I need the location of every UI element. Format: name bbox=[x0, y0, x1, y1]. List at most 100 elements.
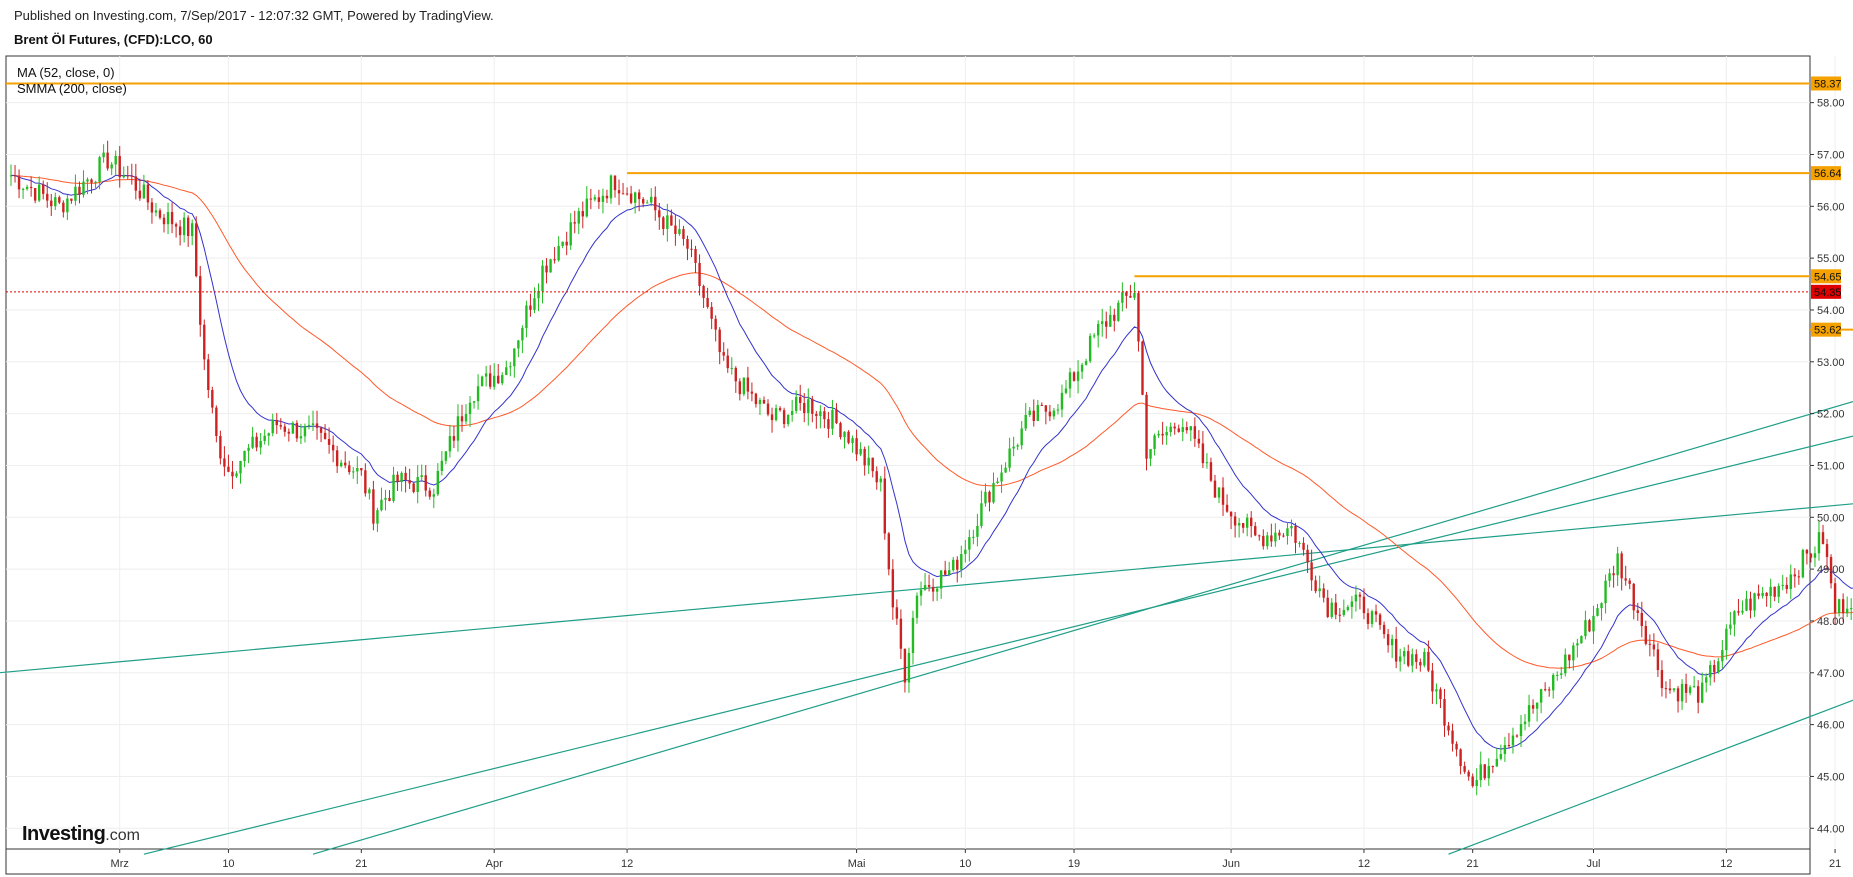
candle-body bbox=[1761, 592, 1764, 596]
candle-body bbox=[138, 190, 142, 199]
candle-body bbox=[1805, 549, 1809, 554]
candle-body bbox=[855, 438, 858, 455]
candle-body bbox=[452, 436, 456, 441]
candle-body bbox=[1262, 535, 1265, 547]
candle-body bbox=[231, 471, 234, 477]
candle-body bbox=[722, 352, 725, 356]
candle-body bbox=[867, 457, 870, 466]
candle-body bbox=[275, 419, 278, 426]
level-label: 54.65 bbox=[1814, 271, 1842, 283]
x-tick-label: 21 bbox=[1829, 858, 1841, 870]
candle-body bbox=[1737, 611, 1740, 613]
candle-body bbox=[939, 570, 943, 589]
candle-body bbox=[271, 419, 274, 434]
candle-body bbox=[13, 175, 17, 177]
candle-body bbox=[1040, 404, 1044, 406]
candle-body bbox=[895, 607, 899, 619]
candle-body bbox=[1696, 686, 1700, 703]
candle-body bbox=[251, 436, 254, 448]
candle-body bbox=[1407, 651, 1410, 666]
candle-body bbox=[694, 248, 697, 263]
candle-body bbox=[549, 259, 552, 273]
candle-body bbox=[633, 192, 637, 203]
candle-body bbox=[1060, 392, 1064, 410]
candle-body bbox=[448, 436, 452, 452]
candle-body bbox=[1423, 651, 1426, 666]
candle-body bbox=[339, 462, 343, 467]
candle-body bbox=[915, 595, 919, 618]
candle-body bbox=[899, 618, 903, 649]
candle-body bbox=[879, 478, 882, 483]
legend-smma[interactable]: SMMA (200, close) bbox=[17, 81, 127, 97]
candle-body bbox=[1721, 650, 1724, 662]
candle-body bbox=[460, 416, 464, 422]
candle-body bbox=[569, 222, 572, 246]
current-price-label: 54.35 bbox=[1814, 287, 1842, 299]
candle-body bbox=[182, 217, 186, 236]
candle-body bbox=[1338, 614, 1341, 616]
candle-body bbox=[1608, 573, 1611, 581]
x-tick-label: 10 bbox=[222, 858, 234, 870]
candle-body bbox=[682, 229, 685, 240]
candle-body bbox=[146, 184, 150, 203]
candle-body bbox=[348, 465, 351, 473]
investing-logo: Investing.com bbox=[22, 823, 140, 846]
legend-ma[interactable]: MA (52, close, 0) bbox=[17, 65, 127, 81]
candle-body bbox=[666, 215, 669, 229]
candle-body bbox=[1145, 394, 1148, 459]
candle-body bbox=[1334, 602, 1337, 615]
candle-body bbox=[1745, 598, 1748, 611]
candle-body bbox=[86, 179, 89, 182]
candle-body bbox=[58, 197, 61, 203]
y-tick-label: 50.00 bbox=[1817, 512, 1845, 524]
candle-body bbox=[1097, 323, 1100, 336]
y-tick-label: 54.00 bbox=[1817, 305, 1845, 317]
candle-body bbox=[130, 175, 133, 177]
candle-body bbox=[1552, 674, 1555, 691]
logo-brand: Investing bbox=[22, 823, 106, 845]
candle-body bbox=[545, 265, 548, 273]
candle-body bbox=[1084, 361, 1088, 365]
candle-body bbox=[356, 468, 359, 472]
candle-body bbox=[1274, 532, 1277, 542]
candle-body bbox=[1354, 594, 1358, 602]
candle-body bbox=[54, 197, 57, 207]
candle-body bbox=[1556, 674, 1559, 676]
candle-body bbox=[658, 210, 661, 218]
candle-body bbox=[191, 223, 194, 237]
candle-body bbox=[774, 408, 778, 421]
candle-body bbox=[247, 447, 250, 451]
y-tick-label: 56.00 bbox=[1817, 201, 1845, 213]
candle-body bbox=[199, 276, 202, 325]
candle-body bbox=[1282, 535, 1285, 537]
candle-body bbox=[1306, 549, 1309, 563]
candle-body bbox=[1503, 745, 1507, 755]
candle-body bbox=[561, 241, 564, 246]
price-chart[interactable]: 58.37 56.64 54.65 53.62 54.35 44.00 45.00 46.0… bbox=[0, 0, 1853, 877]
candle-body bbox=[799, 397, 802, 404]
candle-body bbox=[1415, 654, 1418, 662]
candle-body bbox=[412, 483, 415, 493]
candle-body bbox=[444, 451, 448, 461]
candle-body bbox=[1000, 472, 1003, 482]
candle-body bbox=[710, 306, 713, 319]
candle-body bbox=[847, 431, 850, 443]
candle-body bbox=[1197, 438, 1201, 444]
candle-body bbox=[1475, 780, 1478, 787]
candle-body bbox=[1801, 549, 1805, 578]
candle-body bbox=[1777, 585, 1780, 597]
candle-body bbox=[219, 435, 222, 459]
candle-body bbox=[1105, 321, 1108, 327]
candle-body bbox=[476, 386, 480, 402]
candle-body bbox=[1362, 596, 1366, 614]
candle-body bbox=[215, 407, 218, 436]
candle-body bbox=[1342, 609, 1346, 616]
candle-body bbox=[335, 450, 339, 467]
candle-body bbox=[1483, 764, 1486, 779]
candle-body bbox=[1455, 743, 1458, 750]
candle-body bbox=[291, 422, 295, 434]
candle-body bbox=[988, 491, 991, 503]
candle-body bbox=[1463, 766, 1466, 772]
candle-body bbox=[738, 381, 742, 395]
y-tick-label: 47.00 bbox=[1817, 668, 1845, 680]
